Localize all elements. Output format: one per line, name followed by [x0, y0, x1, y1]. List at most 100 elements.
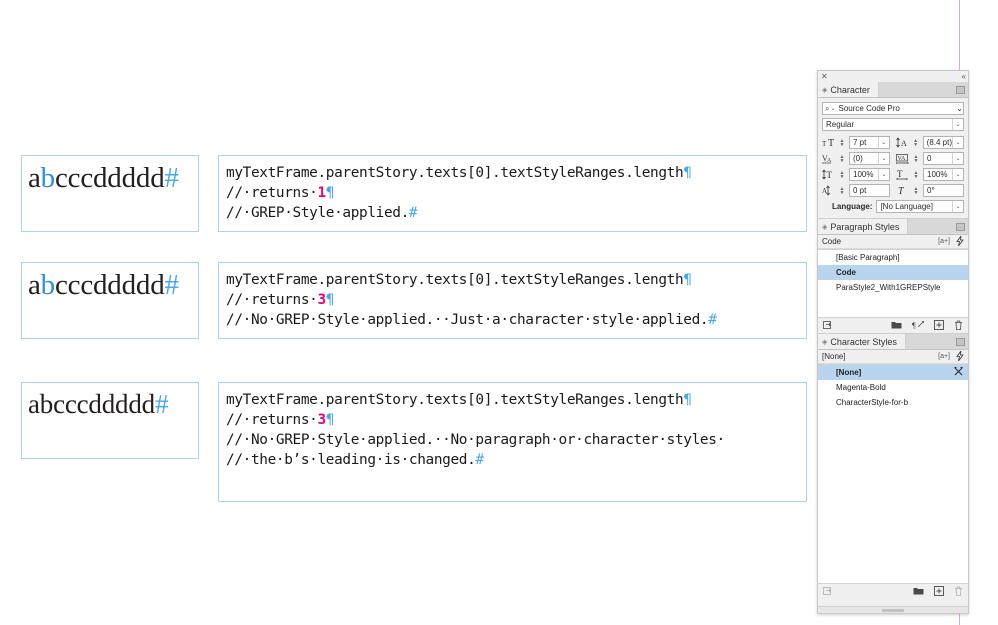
sample-2-prefix: a [28, 269, 41, 301]
language-field[interactable]: [No Language] ⌄ [876, 200, 964, 213]
code-3-line-4-hash: # [475, 452, 484, 468]
load-styles-icon[interactable] [823, 586, 833, 598]
close-icon[interactable]: ✕ [821, 72, 828, 81]
code-3-line-1-pilcrow: ¶ [683, 392, 692, 408]
panel-menu-icon [956, 85, 965, 94]
load-styles-icon[interactable] [823, 320, 833, 332]
character-style-item-magenta-bold[interactable]: Magenta-Bold [818, 380, 968, 395]
kerning-field[interactable]: (0) ⌄ [849, 152, 890, 165]
character-panel-menu-button[interactable] [956, 82, 965, 97]
code-frame-2[interactable]: myTextFrame.parentStory.texts[0].textSty… [218, 262, 807, 339]
character-styles-list[interactable]: [None] Magenta-Bold CharacterStyle-for-b [818, 364, 968, 583]
paragraph-style-item-parastyle2[interactable]: ParaStyle2_With1GREPStyle [818, 280, 968, 295]
new-style-group-folder-icon[interactable] [913, 586, 924, 597]
paragraph-styles-tag-label[interactable]: [a+] [938, 238, 950, 245]
leading-chevron-down-icon[interactable]: ⌄ [952, 137, 963, 148]
paragraph-styles-panel-menu-button[interactable] [956, 219, 965, 234]
code-1-line-2-number: 1 [317, 185, 326, 201]
code-frame-1[interactable]: myTextFrame.parentStory.texts[0].textSty… [218, 155, 807, 232]
new-style-icon[interactable] [934, 319, 944, 332]
sample-text-frame-3[interactable]: abcccddddd# [21, 382, 199, 459]
kerning-chevron-down-icon[interactable]: ⌄ [878, 153, 889, 164]
vertical-scale-stepper[interactable]: ▲ ▼ [838, 168, 846, 181]
break-link-icon[interactable] [954, 367, 963, 378]
character-panel-body: ⌕ ⌄ Source Code Pro ⌄ Regular ⌄ T T ▲ ▼ 7… [818, 98, 968, 218]
svg-text:T: T [898, 186, 905, 196]
baseline-shift-field[interactable]: 0 pt [849, 184, 890, 197]
font-family-chevron-down-icon[interactable]: ⌄ [956, 104, 963, 113]
tab-character-styles[interactable]: ◈ Character Styles [818, 334, 906, 349]
trash-icon[interactable] [954, 586, 963, 598]
character-styles-current-value: [None] [822, 352, 846, 361]
code-3-line-2-number: 3 [317, 412, 326, 428]
kerning-icon: VA [822, 152, 835, 165]
vertical-scale-value: 100% [853, 170, 874, 179]
paragraph-styles-panel: ◈ Paragraph Styles Code [a+] [Basic Para… [818, 218, 968, 333]
skew-stepper[interactable]: ▲ ▼ [912, 184, 920, 197]
paragraph-style-item-basic-paragraph[interactable]: [Basic Paragraph] [818, 250, 968, 265]
character-styles-tag-label[interactable]: [a+] [938, 353, 950, 360]
collapse-icon[interactable]: « [962, 72, 967, 81]
horizontal-scale-chevron-down-icon[interactable]: ⌄ [952, 169, 963, 180]
paragraph-styles-list[interactable]: [Basic Paragraph] Code ParaStyle2_With1G… [818, 249, 968, 317]
clear-overrides-bolt-icon[interactable] [956, 350, 964, 363]
tracking-field[interactable]: 0 ⌄ [923, 152, 964, 165]
horizontal-scale-field[interactable]: 100% ⌄ [923, 168, 964, 181]
svg-text:VA: VA [898, 156, 907, 162]
panel-dock: ✕ « ◈ Character ⌕ ⌄ Source Code Pro ⌄ Re… [817, 70, 969, 614]
new-style-icon[interactable] [934, 585, 944, 598]
panel-grip-icon: ◈ [822, 223, 828, 231]
horizontal-scale-stepper[interactable]: ▲ ▼ [912, 168, 920, 181]
baseline-skew-row: A ▲ ▼ 0 pt T ▲ ▼ 0° [822, 184, 964, 197]
language-label: Language: [832, 202, 873, 211]
tracking-chevron-down-icon[interactable]: ⌄ [952, 153, 963, 164]
font-style-chevron-down-icon[interactable]: ⌄ [952, 119, 963, 130]
indesign-document-view: abcccddddd# myTextFrame.parentStory.text… [0, 0, 998, 625]
code-frame-3[interactable]: myTextFrame.parentStory.texts[0].textSty… [218, 382, 807, 502]
skew-field[interactable]: 0° [923, 184, 964, 197]
language-chevron-down-icon[interactable]: ⌄ [952, 201, 963, 212]
leading-stepper[interactable]: ▲ ▼ [912, 136, 920, 149]
new-style-group-folder-icon[interactable] [891, 320, 902, 331]
panel-menu-icon [956, 222, 965, 231]
tab-paragraph-styles[interactable]: ◈ Paragraph Styles [818, 219, 909, 234]
sample-text-frame-1[interactable]: abcccddddd# [21, 155, 199, 232]
clear-overrides-icon[interactable]: ¶ [912, 320, 924, 331]
code-2-line-2-number: 3 [317, 292, 326, 308]
character-style-item-none[interactable]: [None] [818, 365, 968, 380]
dock-resize-grip[interactable] [818, 606, 968, 613]
tracking-stepper[interactable]: ▲ ▼ [912, 152, 920, 165]
code-text-1: myTextFrame.parentStory.texts[0].textSty… [219, 156, 806, 223]
tracking-value: 0 [927, 154, 932, 163]
font-size-field[interactable]: 7 pt ⌄ [849, 136, 890, 149]
character-styles-panel-menu-button[interactable] [956, 334, 965, 349]
paragraph-style-item-code[interactable]: Code [818, 265, 968, 280]
trash-icon[interactable] [954, 320, 963, 332]
clear-overrides-bolt-icon[interactable] [956, 235, 964, 248]
character-style-item-characterstyle-for-b[interactable]: CharacterStyle-for-b [818, 395, 968, 410]
font-style-field[interactable]: Regular ⌄ [822, 118, 964, 131]
baseline-shift-stepper[interactable]: ▲ ▼ [838, 184, 846, 197]
tab-character[interactable]: ◈ Character [818, 82, 879, 97]
svg-text:T: T [827, 170, 833, 180]
vertical-scale-chevron-down-icon[interactable]: ⌄ [878, 169, 889, 180]
vertical-scale-field[interactable]: 100% ⌄ [849, 168, 890, 181]
leading-field[interactable]: (8.4 pt) ⌄ [922, 136, 964, 149]
paragraph-styles-current-row: Code [a+] [818, 235, 968, 249]
tab-character-styles-label: Character Styles [830, 336, 897, 347]
font-size-stepper[interactable]: ▲ ▼ [838, 136, 846, 149]
tab-paragraph-styles-label: Paragraph Styles [830, 221, 900, 232]
paragraph-style-label: [Basic Paragraph] [836, 253, 900, 262]
sample-text-frame-2[interactable]: abcccddddd# [21, 262, 199, 339]
code-text-3: myTextFrame.parentStory.texts[0].textSty… [219, 383, 806, 470]
svg-text:T: T [828, 138, 834, 148]
code-2-line-1-pilcrow: ¶ [683, 272, 692, 288]
vertical-scale-icon: T [822, 168, 835, 181]
paragraph-styles-tabrow: ◈ Paragraph Styles [818, 219, 968, 235]
kerning-stepper[interactable]: ▲ ▼ [838, 152, 846, 165]
sample-text-3: abcccddddd# [22, 383, 198, 418]
font-family-field[interactable]: ⌕ ⌄ Source Code Pro ⌄ [822, 102, 964, 115]
code-1-line-1-pilcrow: ¶ [683, 165, 692, 181]
font-size-chevron-down-icon[interactable]: ⌄ [877, 137, 889, 148]
horizontal-scale-value: 100% [927, 170, 948, 179]
